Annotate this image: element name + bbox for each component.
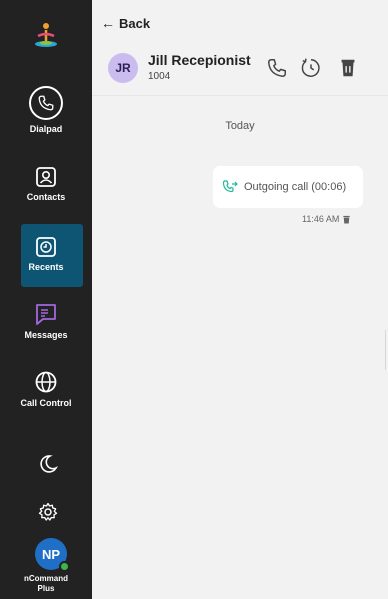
message-timestamp: 11:46 AM <box>302 214 351 224</box>
message-bubble[interactable]: Outgoing call (00:06) <box>213 166 363 208</box>
gear-icon[interactable] <box>38 502 58 522</box>
sidebar-item-recents[interactable]: Recents <box>0 224 92 272</box>
contact-initials: JR <box>115 61 131 75</box>
back-button[interactable]: ← Back <box>101 15 150 31</box>
contact-extension: 1004 <box>148 71 171 82</box>
trash-icon[interactable] <box>337 57 359 79</box>
clock-icon <box>36 237 56 257</box>
profile-name: nCommand Plus <box>0 574 92 594</box>
sidebar-item-dialpad[interactable]: Dialpad <box>0 86 92 134</box>
avatar-initials: NP <box>41 546 61 562</box>
message-time: 11:46 AM <box>302 214 340 224</box>
sidebar-item-label: Contacts <box>26 192 66 202</box>
history-icon[interactable] <box>300 57 322 79</box>
trash-icon[interactable] <box>342 215 351 224</box>
contact-header: JR Jill Recepionist 1004 <box>92 38 388 96</box>
contact-name: Jill Recepionist <box>148 52 251 68</box>
scrollbar[interactable] <box>385 330 386 370</box>
moon-icon[interactable] <box>38 454 58 474</box>
app-window: Dialpad Contacts Recents Messages Call C… <box>0 0 388 599</box>
sidebar-item-label: Dialpad <box>29 124 63 134</box>
outgoing-call-icon <box>222 180 238 193</box>
contacts-icon <box>36 167 56 187</box>
profile-name-line1: nCommand <box>24 574 68 583</box>
sidebar-item-contacts[interactable]: Contacts <box>0 166 92 202</box>
contact-avatar: JR <box>108 53 138 83</box>
messages-icon <box>36 304 56 325</box>
profile-name-line2: Plus <box>37 584 55 593</box>
day-separator: Today <box>225 120 255 132</box>
phone-icon <box>29 86 63 120</box>
sidebar-item-label: Recents <box>28 262 64 272</box>
sidebar-item-label: Messages <box>24 330 68 340</box>
conversation-panel: ← Back JR Jill Recepionist 1004 Today Ou… <box>92 0 388 599</box>
sidebar: Dialpad Contacts Recents Messages Call C… <box>0 0 92 599</box>
logo-icon <box>35 23 57 47</box>
globe-icon <box>35 371 57 393</box>
phone-icon[interactable] <box>266 57 288 79</box>
sidebar-item-messages[interactable]: Messages <box>0 302 92 340</box>
back-label: Back <box>119 15 151 31</box>
presence-indicator <box>59 561 70 572</box>
sidebar-item-label: Call Control <box>20 398 72 408</box>
back-arrow-icon: ← <box>101 15 115 31</box>
message-text: Outgoing call (00:06) <box>244 181 347 193</box>
sidebar-item-call-control[interactable]: Call Control <box>0 370 92 408</box>
